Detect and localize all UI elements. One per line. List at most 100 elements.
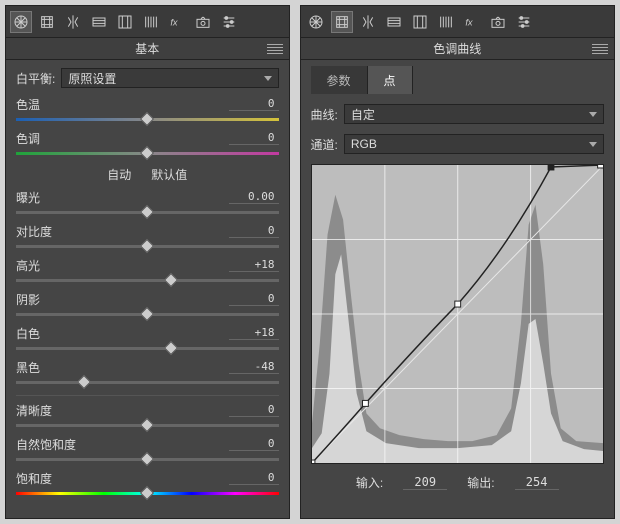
- auto-default-row: 自动 默认值: [16, 166, 279, 183]
- slider-thumb[interactable]: [164, 341, 178, 355]
- crop-icon[interactable]: [36, 11, 58, 33]
- slider-thumb[interactable]: [140, 205, 154, 219]
- slider-value[interactable]: 0: [229, 471, 279, 485]
- lens-icon[interactable]: [140, 11, 162, 33]
- input-value[interactable]: 209: [403, 475, 447, 490]
- input-output-row: 输入: 209 输出: 254: [311, 474, 604, 491]
- slider-value[interactable]: 0: [229, 97, 279, 111]
- slider-label: 饱和度: [16, 470, 52, 487]
- detail-icon[interactable]: [383, 11, 405, 33]
- mirror-icon[interactable]: [357, 11, 379, 33]
- curve-content: 参数 点 曲线: 自定 通道: RGB: [301, 60, 614, 518]
- auto-button[interactable]: 自动: [107, 166, 131, 183]
- clarity-slider: 清晰度 0: [16, 402, 279, 430]
- slider-track[interactable]: [16, 420, 279, 430]
- fx-icon[interactable]: fx: [461, 11, 483, 33]
- hsl-icon[interactable]: [409, 11, 431, 33]
- adjust-icon[interactable]: [513, 11, 535, 33]
- svg-text:fx: fx: [170, 17, 178, 27]
- slider-value[interactable]: 0.00: [229, 190, 279, 204]
- input-label: 输入:: [356, 474, 383, 491]
- separator: [16, 395, 279, 396]
- slider-value[interactable]: 0: [229, 224, 279, 238]
- svg-text:fx: fx: [465, 17, 473, 27]
- chevron-down-icon: [589, 142, 597, 147]
- tab-point[interactable]: 点: [368, 66, 413, 94]
- fx-icon[interactable]: fx: [166, 11, 188, 33]
- panel-title: 基本: [135, 40, 159, 57]
- slider-track[interactable]: [16, 114, 279, 124]
- slider-thumb[interactable]: [140, 239, 154, 253]
- slider-track[interactable]: [16, 488, 279, 498]
- slider-track[interactable]: [16, 309, 279, 319]
- detail-icon[interactable]: [88, 11, 110, 33]
- aperture-icon[interactable]: [305, 11, 327, 33]
- basic-panel: fx 基本 白平衡: 原照设置 色温0色调0 自动 默认值 曝光0.00对比度0…: [5, 5, 290, 519]
- slider-value[interactable]: 0: [229, 437, 279, 451]
- slider-thumb[interactable]: [140, 486, 154, 500]
- panel-iconstrip: fx: [301, 6, 614, 38]
- basic-content: 白平衡: 原照设置 色温0色调0 自动 默认值 曝光0.00对比度0高光+18阴…: [6, 60, 289, 518]
- slider-track[interactable]: [16, 343, 279, 353]
- channel-label: 通道:: [311, 136, 338, 153]
- tab-parametric[interactable]: 参数: [311, 66, 368, 94]
- white-balance-value: 原照设置: [68, 70, 116, 87]
- slider-label: 清晰度: [16, 402, 52, 419]
- white-balance-dropdown[interactable]: 原照设置: [61, 68, 278, 88]
- slider-thumb[interactable]: [140, 112, 154, 126]
- slider-thumb[interactable]: [140, 146, 154, 160]
- crop-icon[interactable]: [331, 11, 353, 33]
- curve-editor[interactable]: [311, 164, 604, 464]
- slider-thumb[interactable]: [77, 375, 91, 389]
- slider-value[interactable]: 0: [229, 292, 279, 306]
- white-balance-row: 白平衡: 原照设置: [16, 66, 279, 90]
- hsl-icon[interactable]: [114, 11, 136, 33]
- slider-value[interactable]: +18: [229, 326, 279, 340]
- exposure-slider: 曝光 0.00: [16, 189, 279, 217]
- slider-value[interactable]: 0: [229, 131, 279, 145]
- default-button[interactable]: 默认值: [151, 166, 187, 183]
- slider-value[interactable]: 0: [229, 403, 279, 417]
- panel-title-bar: 色调曲线: [301, 38, 614, 60]
- slider-label: 高光: [16, 257, 40, 274]
- lens-icon[interactable]: [435, 11, 457, 33]
- slider-track[interactable]: [16, 148, 279, 158]
- slider-label: 对比度: [16, 223, 52, 240]
- chevron-down-icon: [589, 112, 597, 117]
- slider-label: 白色: [16, 325, 40, 342]
- panel-menu-icon[interactable]: [592, 44, 608, 54]
- panel-title-bar: 基本: [6, 38, 289, 60]
- adjust-icon[interactable]: [218, 11, 240, 33]
- slider-thumb[interactable]: [140, 307, 154, 321]
- slider-track[interactable]: [16, 241, 279, 251]
- mirror-icon[interactable]: [62, 11, 84, 33]
- channel-dropdown[interactable]: RGB: [344, 134, 604, 154]
- slider-track[interactable]: [16, 377, 279, 387]
- slider-thumb[interactable]: [164, 273, 178, 287]
- slider-value[interactable]: -48: [229, 360, 279, 374]
- slider-thumb[interactable]: [140, 452, 154, 466]
- slider-label: 自然饱和度: [16, 436, 76, 453]
- slider-track[interactable]: [16, 275, 279, 285]
- panel-menu-icon[interactable]: [267, 44, 283, 54]
- slider-label: 阴影: [16, 291, 40, 308]
- whites-slider: 白色 +18: [16, 325, 279, 353]
- output-value[interactable]: 254: [515, 475, 559, 490]
- chevron-down-icon: [264, 76, 272, 81]
- curve-dropdown[interactable]: 自定: [344, 104, 604, 124]
- vibrance-slider: 自然饱和度 0: [16, 436, 279, 464]
- slider-thumb[interactable]: [140, 418, 154, 432]
- slider-track[interactable]: [16, 207, 279, 217]
- panel-title: 色调曲线: [433, 40, 481, 57]
- curve-label: 曲线:: [311, 106, 338, 123]
- slider-label: 曝光: [16, 189, 40, 206]
- channel-row: 通道: RGB: [311, 132, 604, 156]
- camera-icon[interactable]: [192, 11, 214, 33]
- curve-value: 自定: [351, 106, 375, 123]
- aperture-icon[interactable]: [10, 11, 32, 33]
- highlights-slider: 高光 +18: [16, 257, 279, 285]
- camera-icon[interactable]: [487, 11, 509, 33]
- panel-iconstrip: fx: [6, 6, 289, 38]
- slider-value[interactable]: +18: [229, 258, 279, 272]
- slider-track[interactable]: [16, 454, 279, 464]
